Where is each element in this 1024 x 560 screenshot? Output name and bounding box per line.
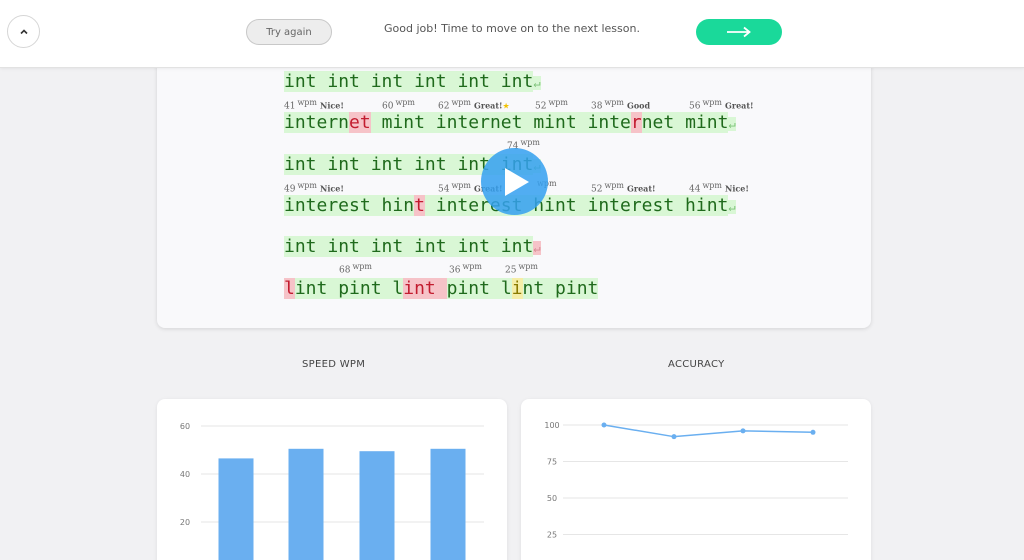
speed-bar [359,451,395,560]
collapse-button[interactable] [7,15,40,48]
chevron-up-icon [19,28,28,34]
accuracy-series-line [603,424,814,438]
next-lesson-button[interactable] [696,19,782,45]
y-tick-label: 75 [547,458,557,467]
accuracy-point [810,429,816,435]
y-tick-label: 20 [180,518,190,527]
y-tick-label: 60 [180,422,190,431]
try-again-button[interactable]: Try again [246,19,332,45]
word-speed-label: 62 wpm Great!★ [438,98,510,112]
speed-bar-chart: 20 40 60 [180,422,484,560]
word-speed-label: 44 wpm Nice! [689,181,749,195]
word-speed-label: 38 wpm Good [591,98,651,112]
accuracy-section-title: ACCURACY [668,359,725,370]
accuracy-chart-card: 25 50 75 100 [521,399,871,560]
top-bar: Try again Good job! Time to move on to t… [0,0,1024,68]
typing-line-6: lint pint lint pint lint pint [284,278,599,299]
speed-bar [288,448,324,560]
arrow-right-icon [727,26,751,38]
play-replay-button[interactable] [481,148,548,215]
accuracy-line-chart: 25 50 75 100 [544,421,848,540]
word-speed-label: 41 wpm Nice! [284,98,344,112]
lesson-message: Good job! Time to move on to the next le… [384,22,640,35]
speed-bar [430,448,466,560]
accuracy-point [740,428,746,434]
speed-bar [218,458,254,560]
speed-chart-card: 20 40 60 [157,399,507,560]
word-speed-label: 56 wpm Great! [689,98,754,112]
speed-section-title: SPEED WPM [302,359,366,370]
star-icon: ★ [502,101,510,111]
typing-line-5: int int int int int int↵ [284,236,541,257]
y-tick-label: 50 [547,494,557,503]
play-icon [505,167,529,196]
y-tick-label: 40 [180,470,190,479]
word-speed-label: 52 wpm Great! [591,181,656,195]
word-speed-label: 68 wpm [339,262,373,276]
accuracy-point [601,422,607,428]
word-speed-label: 52 wpm [535,98,569,112]
typing-line-1: int int int int int int↵ [284,71,541,92]
y-tick-label: 100 [544,421,559,430]
y-tick-label: 25 [547,531,557,540]
word-speed-label: 49 wpm Nice! [284,181,344,195]
word-speed-label: 25 wpm [505,262,539,276]
word-speed-label: 60 wpm [382,98,416,112]
accuracy-point [671,434,677,440]
typing-line-2: internet mint internet mint internet min… [284,112,736,133]
word-speed-label: 36 wpm [449,262,483,276]
